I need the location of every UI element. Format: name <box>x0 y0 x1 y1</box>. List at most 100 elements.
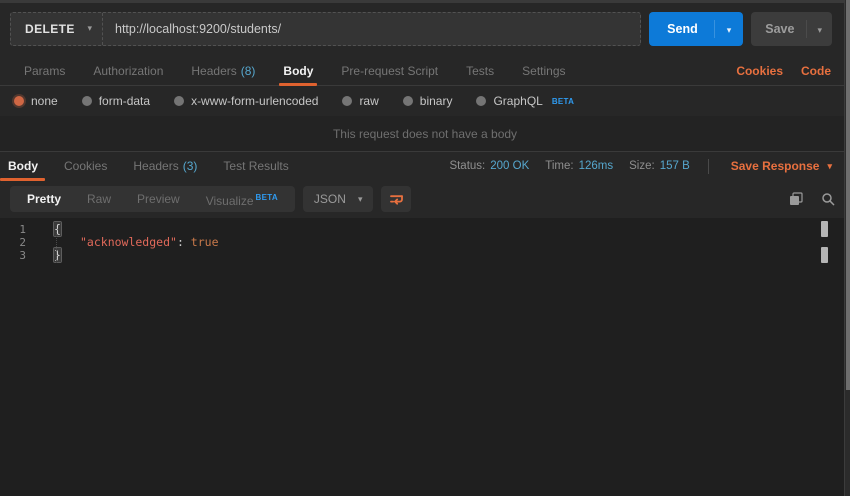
code-line-3: 3 } <box>0 249 850 262</box>
response-tab-body[interactable]: Body <box>0 152 51 180</box>
body-type-raw[interactable]: raw <box>342 94 378 108</box>
chevron-down-icon: ▾ <box>87 24 92 33</box>
editor-overview-mark <box>821 221 828 237</box>
json-value-token: true <box>184 235 219 249</box>
radio-label: raw <box>359 94 378 108</box>
search-response-button[interactable] <box>816 187 840 211</box>
chevron-down-icon: ▾ <box>827 162 832 171</box>
search-icon <box>821 192 835 206</box>
tab-label: Params <box>24 64 65 78</box>
wrap-text-button[interactable] <box>381 186 411 212</box>
response-view-switcher: Pretty Raw Preview VisualizeBETA <box>10 186 295 212</box>
radio-icon <box>82 96 92 106</box>
view-preview[interactable]: Preview <box>124 186 193 212</box>
save-response-label: Save Response <box>731 159 820 173</box>
spacer <box>302 152 450 180</box>
url-input[interactable] <box>103 13 640 45</box>
response-format-select[interactable]: JSON ▾ <box>303 186 374 212</box>
size-value: 157 B <box>660 160 690 172</box>
radio-label: binary <box>420 94 453 108</box>
radio-label: form-data <box>99 94 150 108</box>
empty-body-message: This request does not have a body <box>333 127 517 141</box>
tab-pre-request-script[interactable]: Pre-request Script <box>327 56 452 85</box>
response-toolbar: Pretty Raw Preview VisualizeBETA JSON ▾ <box>0 180 850 218</box>
save-button-label[interactable]: Save <box>751 22 806 36</box>
body-type-binary[interactable]: binary <box>403 94 453 108</box>
size-label: Size: <box>629 160 655 172</box>
size-meta: Size: 157 B <box>629 160 690 172</box>
save-button[interactable]: Save ▾ <box>751 12 832 46</box>
tab-label: Authorization <box>93 64 163 78</box>
time-meta: Time: 126ms <box>545 160 613 172</box>
response-header: Body Cookies Headers (3) Test Results St… <box>0 152 850 180</box>
code-text: "acknowledged": true <box>38 236 219 249</box>
body-type-graphql[interactable]: GraphQL BETA <box>476 94 574 108</box>
status-value: 200 OK <box>490 160 529 172</box>
code-link[interactable]: Code <box>792 56 840 85</box>
response-body-editor[interactable]: 1 { 2 "acknowledged": true 3 } <box>0 218 850 496</box>
radio-selected-icon <box>14 96 24 106</box>
indent-guide <box>56 226 57 263</box>
send-button[interactable]: Send ▾ <box>649 12 743 46</box>
line-number: 1 <box>0 223 38 236</box>
save-options-button[interactable]: ▾ <box>806 20 832 38</box>
radio-label: x-www-form-urlencoded <box>191 94 318 108</box>
status-label: Status: <box>449 160 485 172</box>
line-number: 2 <box>0 236 38 249</box>
radio-label: GraphQL <box>493 94 542 108</box>
spacer <box>580 56 728 85</box>
code-line-2: 2 "acknowledged": true <box>0 236 850 249</box>
divider <box>708 159 709 174</box>
body-type-form-data[interactable]: form-data <box>82 94 150 108</box>
text-wrap-icon <box>389 193 404 206</box>
response-tab-test-results[interactable]: Test Results <box>210 152 301 180</box>
body-type-none[interactable]: none <box>14 94 58 108</box>
status-meta: Status: 200 OK <box>449 160 529 172</box>
tab-label: Cookies <box>64 159 107 173</box>
body-type-x-www-form-urlencoded[interactable]: x-www-form-urlencoded <box>174 94 318 108</box>
tab-label: Settings <box>522 64 565 78</box>
page-scrollbar[interactable] <box>844 0 850 496</box>
view-visualize[interactable]: VisualizeBETA <box>193 185 291 214</box>
colon-token: : <box>177 235 184 249</box>
radio-icon <box>342 96 352 106</box>
body-type-options: none form-data x-www-form-urlencoded raw… <box>0 86 850 116</box>
save-response-button[interactable]: Save Response ▾ <box>727 159 844 173</box>
format-label: JSON <box>314 192 346 206</box>
tab-body[interactable]: Body <box>269 56 327 85</box>
tab-tests[interactable]: Tests <box>452 56 508 85</box>
send-options-button[interactable]: ▾ <box>714 20 744 38</box>
beta-badge: BETA <box>552 97 574 106</box>
radio-icon <box>174 96 184 106</box>
view-raw[interactable]: Raw <box>74 186 124 212</box>
method-label: DELETE <box>25 22 75 36</box>
copy-icon <box>789 192 803 206</box>
time-label: Time: <box>545 160 573 172</box>
chevron-down-icon: ▾ <box>358 195 363 204</box>
view-pretty[interactable]: Pretty <box>14 186 74 212</box>
tab-label: Tests <box>466 64 494 78</box>
radio-label: none <box>31 94 58 108</box>
tab-label: Test Results <box>223 159 288 173</box>
time-value: 126ms <box>579 160 614 172</box>
tab-authorization[interactable]: Authorization <box>79 56 177 85</box>
code-text: } <box>38 249 61 262</box>
method-select[interactable]: DELETE ▾ <box>11 13 103 45</box>
editor-overview-mark <box>821 247 828 263</box>
tab-params[interactable]: Params <box>10 56 79 85</box>
cookies-link[interactable]: Cookies <box>727 56 792 85</box>
scrollbar-thumb[interactable] <box>846 0 850 390</box>
copy-response-button[interactable] <box>784 187 808 211</box>
tab-headers[interactable]: Headers (8) <box>177 56 269 85</box>
tab-settings[interactable]: Settings <box>508 56 579 85</box>
chevron-down-icon: ▾ <box>817 25 822 35</box>
headers-count-badge: (8) <box>241 64 256 78</box>
line-number: 3 <box>0 249 38 262</box>
send-button-label[interactable]: Send <box>649 22 714 36</box>
response-tab-headers[interactable]: Headers (3) <box>120 152 210 180</box>
response-tab-cookies[interactable]: Cookies <box>51 152 120 180</box>
tab-label: Body <box>8 159 38 173</box>
beta-badge: BETA <box>256 193 278 202</box>
tab-label: Headers <box>133 159 178 173</box>
request-tabs: Params Authorization Headers (8) Body Pr… <box>0 56 850 86</box>
